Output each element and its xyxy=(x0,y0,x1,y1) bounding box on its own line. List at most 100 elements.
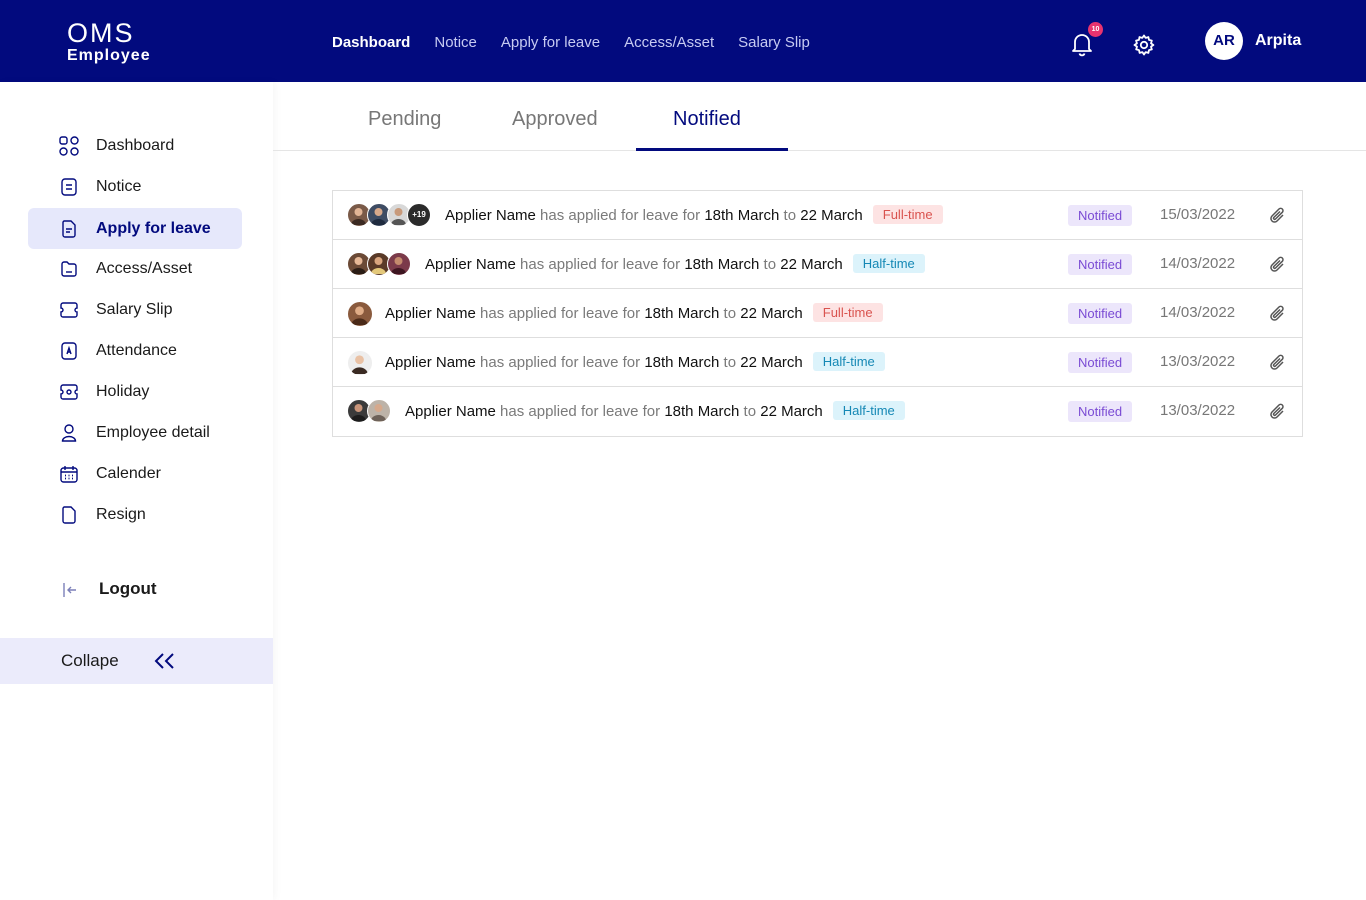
tab-notified[interactable]: Notified xyxy=(673,108,741,131)
double-chevron-left-icon xyxy=(154,653,174,669)
leave-date: 13/03/2022 xyxy=(1160,402,1236,419)
leave-date: 13/03/2022 xyxy=(1160,353,1236,370)
list-item[interactable]: Applier Name has applied for leave for 1… xyxy=(333,387,1302,436)
notification-badge: 10 xyxy=(1088,22,1103,37)
leave-type-badge: Full-time xyxy=(812,303,883,322)
leave-type-badge: Half-time xyxy=(852,254,925,273)
list-item[interactable]: +19 Applier Name has applied for leave f… xyxy=(333,191,1302,240)
leave-date: 14/03/2022 xyxy=(1160,255,1236,272)
leave-list: +19 Applier Name has applied for leave f… xyxy=(332,190,1303,437)
leave-message: Applier Name has applied for leave for 1… xyxy=(385,352,885,371)
calendar-icon xyxy=(60,466,78,483)
sidebar-item-attendance[interactable]: Attendance xyxy=(28,330,242,371)
holiday-icon xyxy=(60,384,78,400)
sidebar-item-access-asset[interactable]: Access/Asset xyxy=(28,248,242,289)
leave-type-badge: Half-time xyxy=(812,352,885,371)
top-nav: Dashboard Notice Apply for leave Access/… xyxy=(332,34,810,51)
topnav-salary-slip[interactable]: Salary Slip xyxy=(738,34,810,51)
sidebar-item-employee-detail[interactable]: Employee detail xyxy=(28,412,242,453)
topnav-notice[interactable]: Notice xyxy=(434,34,477,51)
attendance-icon xyxy=(61,342,77,360)
avatar-group: +19 xyxy=(347,203,431,227)
collapse-label: Collape xyxy=(61,651,119,670)
sidebar-item-label: Attendance xyxy=(96,342,177,359)
document-icon xyxy=(62,220,76,238)
applier-name: Applier Name xyxy=(425,256,516,273)
topnav-dashboard[interactable]: Dashboard xyxy=(332,34,410,51)
avatar xyxy=(347,301,373,327)
grid-icon xyxy=(59,136,79,156)
logout-label: Logout xyxy=(99,579,157,598)
person-icon xyxy=(61,424,77,442)
sidebar-item-label: Employee detail xyxy=(96,424,210,441)
sidebar-item-label: Salary Slip xyxy=(96,301,173,318)
paperclip-icon[interactable] xyxy=(1268,205,1288,227)
active-tab-indicator xyxy=(636,148,788,151)
sidebar: Dashboard Notice Apply for leave Access/… xyxy=(0,82,273,900)
logo-title: OMS xyxy=(67,18,135,48)
avatar-group xyxy=(347,350,373,376)
sidebar-item-label: Calender xyxy=(96,465,161,482)
gear-icon[interactable] xyxy=(1132,33,1156,57)
leave-message: Applier Name has applied for leave for 1… xyxy=(405,401,905,420)
paperclip-icon[interactable] xyxy=(1268,303,1288,325)
status-badge: Notified xyxy=(1068,303,1133,324)
leave-date: 15/03/2022 xyxy=(1160,206,1236,223)
sidebar-item-label: Holiday xyxy=(96,383,150,400)
leave-message: Applier Name has applied for leave for 1… xyxy=(445,205,943,224)
top-bar: OMS Employee Dashboard Notice Apply for … xyxy=(0,0,1366,82)
list-item[interactable]: Applier Name has applied for leave for 1… xyxy=(333,289,1302,338)
sidebar-item-calender[interactable]: Calender xyxy=(28,453,242,494)
status-badge: Notified xyxy=(1068,352,1133,373)
logo-subtitle: Employee xyxy=(67,47,151,64)
sidebar-item-label: Access/Asset xyxy=(96,260,193,277)
ticket-icon xyxy=(60,302,78,318)
sidebar-item-resign[interactable]: Resign xyxy=(28,494,242,535)
sidebar-item-notice[interactable]: Notice xyxy=(28,166,242,207)
avatar xyxy=(387,252,411,276)
sidebar-item-holiday[interactable]: Holiday xyxy=(28,371,242,412)
avatar-group xyxy=(347,301,373,327)
topnav-apply-for-leave[interactable]: Apply for leave xyxy=(501,34,600,51)
list-item[interactable]: Applier Name has applied for leave for 1… xyxy=(333,240,1302,289)
paperclip-icon[interactable] xyxy=(1268,254,1288,276)
avatar-overflow-count: +19 xyxy=(407,203,431,227)
leave-date: 14/03/2022 xyxy=(1160,304,1236,321)
avatar-group xyxy=(347,399,391,423)
collapse-button[interactable]: Collape xyxy=(0,638,273,684)
leave-type-badge: Half-time xyxy=(832,401,905,420)
avatar-group xyxy=(347,252,411,276)
leave-message: Applier Name has applied for leave for 1… xyxy=(425,254,925,273)
logout-icon xyxy=(63,583,76,597)
user-avatar[interactable]: AR xyxy=(1205,22,1243,60)
sidebar-item-label: Notice xyxy=(96,178,142,195)
sidebar-item-label: Apply for leave xyxy=(96,220,211,237)
paperclip-icon[interactable] xyxy=(1268,401,1288,423)
tab-approved[interactable]: Approved xyxy=(512,108,598,131)
avatar xyxy=(347,350,373,376)
topnav-access-asset[interactable]: Access/Asset xyxy=(624,34,714,51)
app-logo[interactable]: OMS Employee xyxy=(67,20,151,64)
applier-name: Applier Name xyxy=(385,305,476,322)
leave-message: Applier Name has applied for leave for 1… xyxy=(385,303,883,322)
status-badge: Notified xyxy=(1068,254,1133,275)
avatar xyxy=(367,399,391,423)
folder-icon xyxy=(61,261,77,277)
sidebar-item-dashboard[interactable]: Dashboard xyxy=(28,125,242,166)
status-badge: Notified xyxy=(1068,401,1133,422)
user-name[interactable]: Arpita xyxy=(1255,32,1301,50)
sidebar-item-apply-for-leave[interactable]: Apply for leave xyxy=(28,208,242,249)
sidebar-item-salary-slip[interactable]: Salary Slip xyxy=(28,289,242,330)
leave-type-badge: Full-time xyxy=(872,205,943,224)
list-item[interactable]: Applier Name has applied for leave for 1… xyxy=(333,338,1302,387)
notice-icon xyxy=(61,178,77,196)
applier-name: Applier Name xyxy=(385,354,476,371)
sidebar-item-label: Resign xyxy=(96,506,146,523)
tab-pending[interactable]: Pending xyxy=(368,108,441,131)
applier-name: Applier Name xyxy=(405,403,496,420)
tabs-divider xyxy=(273,150,1366,151)
paperclip-icon[interactable] xyxy=(1268,352,1288,374)
resign-icon xyxy=(62,506,76,524)
applier-name: Applier Name xyxy=(445,207,536,224)
sidebar-item-label: Dashboard xyxy=(96,137,175,154)
